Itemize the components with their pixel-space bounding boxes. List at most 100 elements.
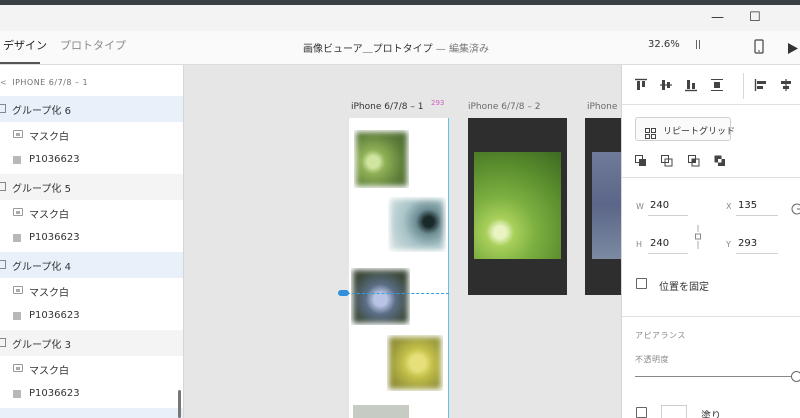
height-field[interactable]: 240	[650, 238, 669, 249]
flower-photo[interactable]	[351, 268, 410, 325]
title-bar: — ☐	[0, 5, 800, 31]
opacity-label: 不透明度	[635, 355, 669, 364]
section-divider	[622, 316, 800, 317]
artboard-name: IPHONE 6/7/8 – 1	[12, 78, 89, 87]
back-icon[interactable]: <	[0, 78, 7, 87]
appearance-title: アピアランス	[635, 331, 686, 340]
fill-color-swatch[interactable]	[661, 405, 687, 418]
document-name: 画像ビューア＿プロトタイプ	[303, 44, 433, 55]
boolean-subtract-icon[interactable]	[661, 152, 673, 171]
align-left-icon[interactable]	[754, 77, 768, 96]
artboard-label[interactable]: iPhone 6/7/8 – 1	[351, 102, 423, 112]
artboard-label[interactable]: iPhone 6/7/8 – 2	[468, 102, 540, 112]
x-field[interactable]: 135	[738, 200, 757, 211]
x-label: X	[726, 202, 732, 211]
distribute-vertical-icon[interactable]	[710, 77, 724, 96]
image-mask-icon	[13, 130, 23, 138]
layer-row-mask[interactable]: マスク白	[0, 200, 183, 226]
y-label: Y	[726, 240, 731, 249]
layers-artboard-header[interactable]: < IPHONE 6/7/8 – 1	[0, 78, 88, 87]
opacity-slider-knob[interactable]	[791, 371, 800, 382]
x-field-underline	[736, 215, 778, 216]
layer-label: P1036623	[29, 310, 80, 321]
layer-row-image[interactable]: P1036623	[0, 304, 183, 330]
zoom-level[interactable]: 32.6%	[648, 39, 680, 50]
bitmap-icon	[13, 390, 21, 398]
height-label: H	[636, 240, 643, 249]
layer-row-image[interactable]: P1036623	[0, 148, 183, 174]
lock-aspect-icon[interactable]	[694, 225, 702, 253]
maximize-button[interactable]: ☐	[749, 10, 761, 26]
tab-prototype[interactable]: プロトタイプ	[60, 39, 126, 53]
zoom-dropdown-icon[interactable]	[696, 40, 700, 49]
align-middle-icon[interactable]	[659, 77, 673, 96]
boolean-intersect-icon[interactable]	[688, 152, 700, 171]
design-canvas[interactable]: iPhone 6/7/8 – 1 iPhone 6/7/8 – 2 iPhone…	[185, 65, 621, 418]
align-center-icon[interactable]	[779, 77, 793, 96]
device-preview-icon[interactable]	[754, 39, 764, 58]
flower-photo[interactable]	[388, 197, 446, 252]
layer-row-mask[interactable]: マスク白	[0, 278, 183, 304]
width-field[interactable]: 240	[650, 200, 669, 211]
layer-row-image[interactable]: P1036623	[0, 382, 183, 408]
flower-photo[interactable]	[353, 405, 409, 418]
layer-label: グループ化 4	[12, 262, 71, 273]
minimize-button[interactable]: —	[711, 10, 724, 26]
height-field-underline	[648, 253, 688, 254]
boolean-add-icon[interactable]	[635, 152, 647, 171]
layers-panel: < IPHONE 6/7/8 – 1 グループ化 6 マスク白 P1036623 …	[0, 65, 184, 418]
repeat-grid-label: リピートグリッド	[663, 127, 736, 137]
layer-row-group[interactable]: グループ化 4	[0, 252, 183, 278]
layer-label: マスク白	[29, 132, 69, 143]
section-divider	[622, 177, 800, 178]
image-mask-icon	[13, 364, 23, 372]
artboard-label[interactable]: iPhone 6	[587, 102, 621, 112]
boolean-exclude-icon[interactable]	[714, 152, 726, 171]
group-icon	[0, 338, 6, 347]
layer-row-mask[interactable]: マスク白	[0, 356, 183, 382]
layer-row-group[interactable]: グループ化 5	[0, 174, 183, 200]
flower-photo[interactable]	[354, 130, 409, 188]
layer-row-group[interactable]: グループ化 3	[0, 330, 183, 356]
layer-label: グループ化 5	[12, 184, 71, 195]
rotate-icon[interactable]	[791, 200, 800, 219]
toolbar: デザイン プロトタイプ 画像ビューア＿プロトタイプ — 編集済み 32.6%	[0, 31, 800, 65]
wire-handle[interactable]	[338, 290, 349, 296]
layers-scrollbar[interactable]	[178, 390, 181, 418]
opacity-slider[interactable]	[635, 376, 793, 377]
repeat-grid-button[interactable]: リピートグリッド	[635, 117, 735, 141]
document-title: 画像ビューア＿プロトタイプ — 編集済み	[303, 40, 489, 55]
align-bottom-icon[interactable]	[684, 77, 698, 96]
image-mask-icon	[13, 208, 23, 216]
fix-position-label: 位置を固定	[659, 282, 709, 293]
fill-checkbox[interactable]	[636, 407, 647, 418]
play-preview-icon[interactable]	[787, 40, 799, 59]
layer-label: マスク白	[29, 366, 69, 377]
bitmap-icon	[13, 234, 21, 242]
layer-label: マスク白	[29, 210, 69, 221]
layer-row-group[interactable]: グループ化 6	[0, 96, 183, 122]
edit-status: 編集済み	[448, 44, 489, 55]
flower-photo-large[interactable]	[474, 152, 561, 259]
tab-design[interactable]: デザイン	[3, 39, 47, 53]
layer-row-image[interactable]: P1036623	[0, 226, 183, 252]
layer-label: グループ化 6	[12, 106, 71, 117]
fill-label: 塗り	[701, 411, 721, 418]
group-icon	[0, 260, 6, 269]
layer-row-mask[interactable]: マスク白	[0, 122, 183, 148]
y-field-underline	[736, 253, 778, 254]
layer-label: マスク白	[29, 288, 69, 299]
layer-label: P1036623	[29, 154, 80, 165]
title-separator: —	[435, 44, 446, 55]
fix-position-checkbox[interactable]	[636, 278, 647, 289]
align-top-icon[interactable]	[634, 77, 648, 96]
toolbar-divider	[743, 73, 744, 99]
group-icon	[0, 104, 6, 113]
y-field[interactable]: 293	[738, 238, 757, 249]
flower-photo-large[interactable]	[592, 152, 621, 259]
layer-row-group-partial[interactable]	[0, 408, 183, 418]
bitmap-icon	[13, 312, 21, 320]
flower-photo[interactable]	[387, 335, 443, 391]
measure-value: 293	[431, 99, 445, 107]
align-toolbar	[622, 65, 800, 105]
